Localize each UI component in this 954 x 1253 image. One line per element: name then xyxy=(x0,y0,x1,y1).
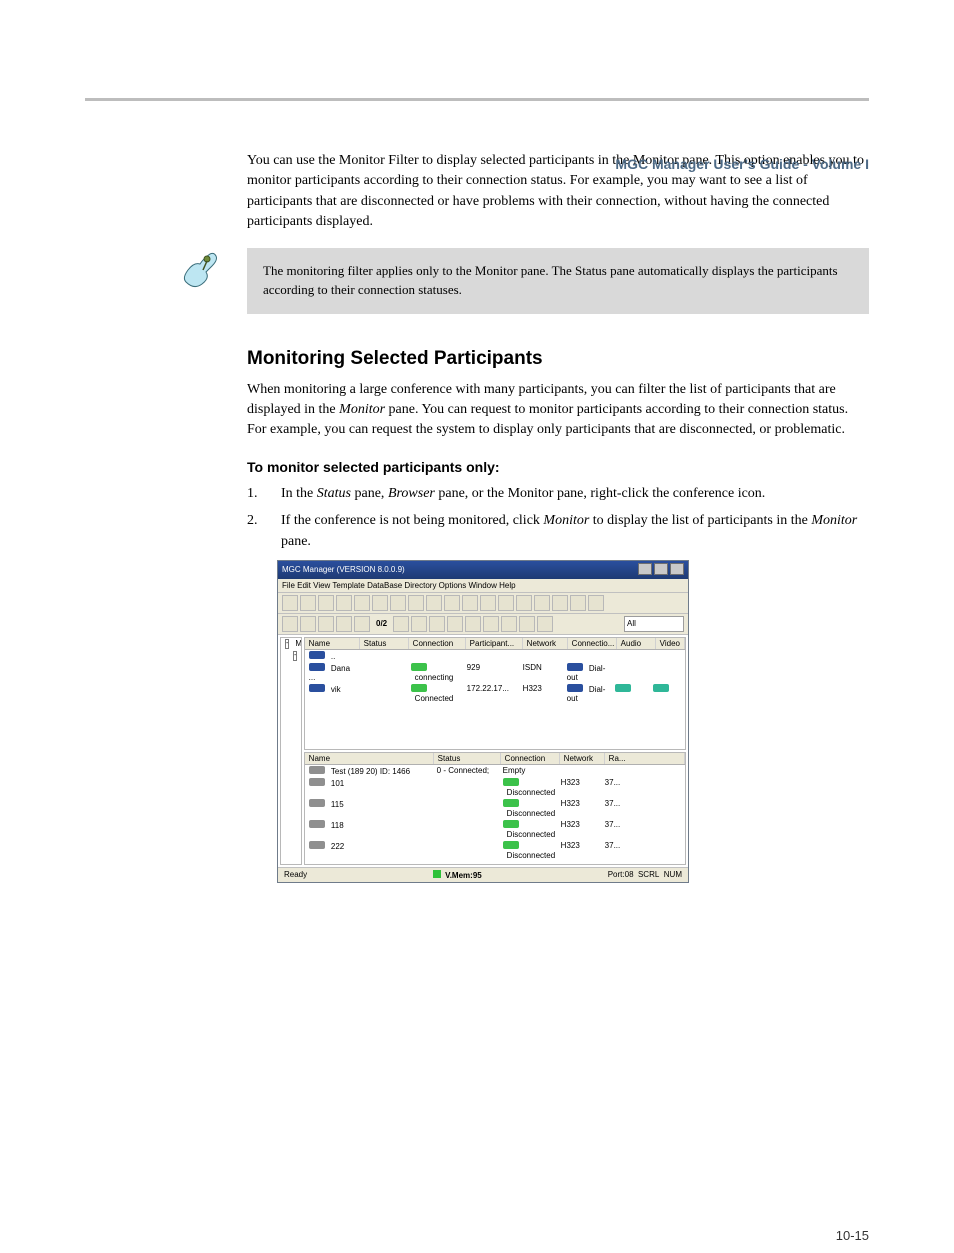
toolbar-button[interactable] xyxy=(537,616,553,632)
status-dot-icon xyxy=(503,841,519,849)
connection-panel[interactable]: Name Status Connection Network Ra... Tes… xyxy=(304,752,686,865)
status-dot-icon xyxy=(503,820,519,828)
toolbar-button[interactable] xyxy=(570,595,586,611)
conn-row[interactable]: Test (189 20) ID: 14660 - Connected;Empt… xyxy=(305,765,685,777)
min-button[interactable] xyxy=(638,563,652,575)
toolbar-button[interactable] xyxy=(318,616,334,632)
toolbar-button[interactable] xyxy=(429,616,445,632)
audio-icon xyxy=(615,684,631,692)
participant-row[interactable]: vik Connected 172.22.17... H323 Dial-out xyxy=(305,683,685,704)
participant-icon xyxy=(309,684,325,692)
toolbar-button[interactable] xyxy=(411,616,427,632)
toolbar-counter: 0/2 xyxy=(372,619,391,628)
toolbar-button[interactable] xyxy=(447,616,463,632)
toolbar-button[interactable] xyxy=(519,616,535,632)
note-pin-icon xyxy=(171,248,247,292)
conn-row[interactable]: 101 DisconnectedH32337... xyxy=(305,777,685,798)
status-bar: Ready V.Mem:95 Port:08 SCRL NUM xyxy=(278,867,688,882)
participant-row[interactable]: Dana ... connecting 929 ISDN Dial-out xyxy=(305,662,685,683)
toolbar-button[interactable] xyxy=(318,595,334,611)
toolbar-button[interactable] xyxy=(393,616,409,632)
toolbar-2[interactable]: 0/2 All xyxy=(278,614,688,635)
toolbar-button[interactable] xyxy=(483,616,499,632)
menu-bar[interactable]: File Edit View Template DataBase Directo… xyxy=(278,579,688,593)
toolbar-button[interactable] xyxy=(534,595,550,611)
expander-icon[interactable]: - xyxy=(285,639,289,649)
entry-icon xyxy=(309,778,325,786)
conn-row[interactable]: 115 DisconnectedH32337... xyxy=(305,798,685,819)
status-dot-icon xyxy=(503,778,519,786)
toolbar-1[interactable] xyxy=(278,593,688,614)
bottom-columns[interactable]: Name Status Connection Network Ra... xyxy=(305,753,685,765)
dial-icon xyxy=(567,684,583,692)
toolbar-button[interactable] xyxy=(480,595,496,611)
video-icon xyxy=(653,684,669,692)
entry-icon xyxy=(309,766,325,774)
pushpin-icon xyxy=(180,248,224,292)
toolbar-button[interactable] xyxy=(300,616,316,632)
participant-icon xyxy=(309,663,325,671)
section-heading: Monitoring Selected Participants xyxy=(247,348,869,370)
toolbar-button[interactable] xyxy=(372,595,388,611)
toolbar-button[interactable] xyxy=(552,595,568,611)
procedure-heading: To monitor selected participants only: xyxy=(247,459,869,475)
expander-icon[interactable]: - xyxy=(293,651,297,661)
up-row[interactable]: .. xyxy=(305,650,685,662)
status-dot-icon xyxy=(503,799,519,807)
conn-row[interactable]: 222 DisconnectedH32337... xyxy=(305,840,685,861)
entry-icon xyxy=(309,841,325,849)
window-title: MGC Manager (VERSION 8.0.0.9) xyxy=(282,565,405,574)
section-para: When monitoring a large conference with … xyxy=(247,380,869,441)
top-columns[interactable]: Name Status Connection Participant... Ne… xyxy=(305,638,685,650)
filter-select[interactable]: All xyxy=(624,616,684,632)
close-button[interactable] xyxy=(670,563,684,575)
up-icon xyxy=(309,651,325,659)
toolbar-button[interactable] xyxy=(465,616,481,632)
max-button[interactable] xyxy=(654,563,668,575)
toolbar-button[interactable] xyxy=(354,595,370,611)
toolbar-button[interactable] xyxy=(501,616,517,632)
toolbar-button[interactable] xyxy=(354,616,370,632)
window-buttons[interactable] xyxy=(636,563,684,577)
conn-row[interactable]: 118 DisconnectedH32337... xyxy=(305,819,685,840)
page-number: 10-15 xyxy=(836,1228,869,1243)
toolbar-button[interactable] xyxy=(462,595,478,611)
note-box: The monitoring filter applies only to th… xyxy=(247,248,869,314)
dial-icon xyxy=(567,663,583,671)
toolbar-button[interactable] xyxy=(336,616,352,632)
toolbar-button[interactable] xyxy=(282,616,298,632)
status-icon xyxy=(411,663,427,671)
embedded-screenshot: MGC Manager (VERSION 8.0.0.9) File Edit … xyxy=(277,560,869,883)
toolbar-button[interactable] xyxy=(444,595,460,611)
toolbar-button[interactable] xyxy=(282,595,298,611)
participants-panel[interactable]: Name Status Connection Participant... Ne… xyxy=(304,637,686,750)
toolbar-button[interactable] xyxy=(516,595,532,611)
entry-icon xyxy=(309,820,325,828)
tree-panel[interactable]: -MCUs Network -Product Management ( Mino… xyxy=(280,637,302,865)
entry-icon xyxy=(309,799,325,807)
status-icon xyxy=(411,684,427,692)
toolbar-button[interactable] xyxy=(426,595,442,611)
step-1: 1. In the Status pane, Browser pane, or … xyxy=(247,483,869,504)
toolbar-button[interactable] xyxy=(588,595,604,611)
page-header: MGC Manager User's Guide - Volume I xyxy=(615,156,869,172)
toolbar-button[interactable] xyxy=(390,595,406,611)
toolbar-button[interactable] xyxy=(408,595,424,611)
step-2: 2. If the conference is not being monito… xyxy=(247,510,869,552)
toolbar-button[interactable] xyxy=(300,595,316,611)
toolbar-button[interactable] xyxy=(336,595,352,611)
toolbar-button[interactable] xyxy=(498,595,514,611)
window-titlebar[interactable]: MGC Manager (VERSION 8.0.0.9) xyxy=(278,561,688,579)
